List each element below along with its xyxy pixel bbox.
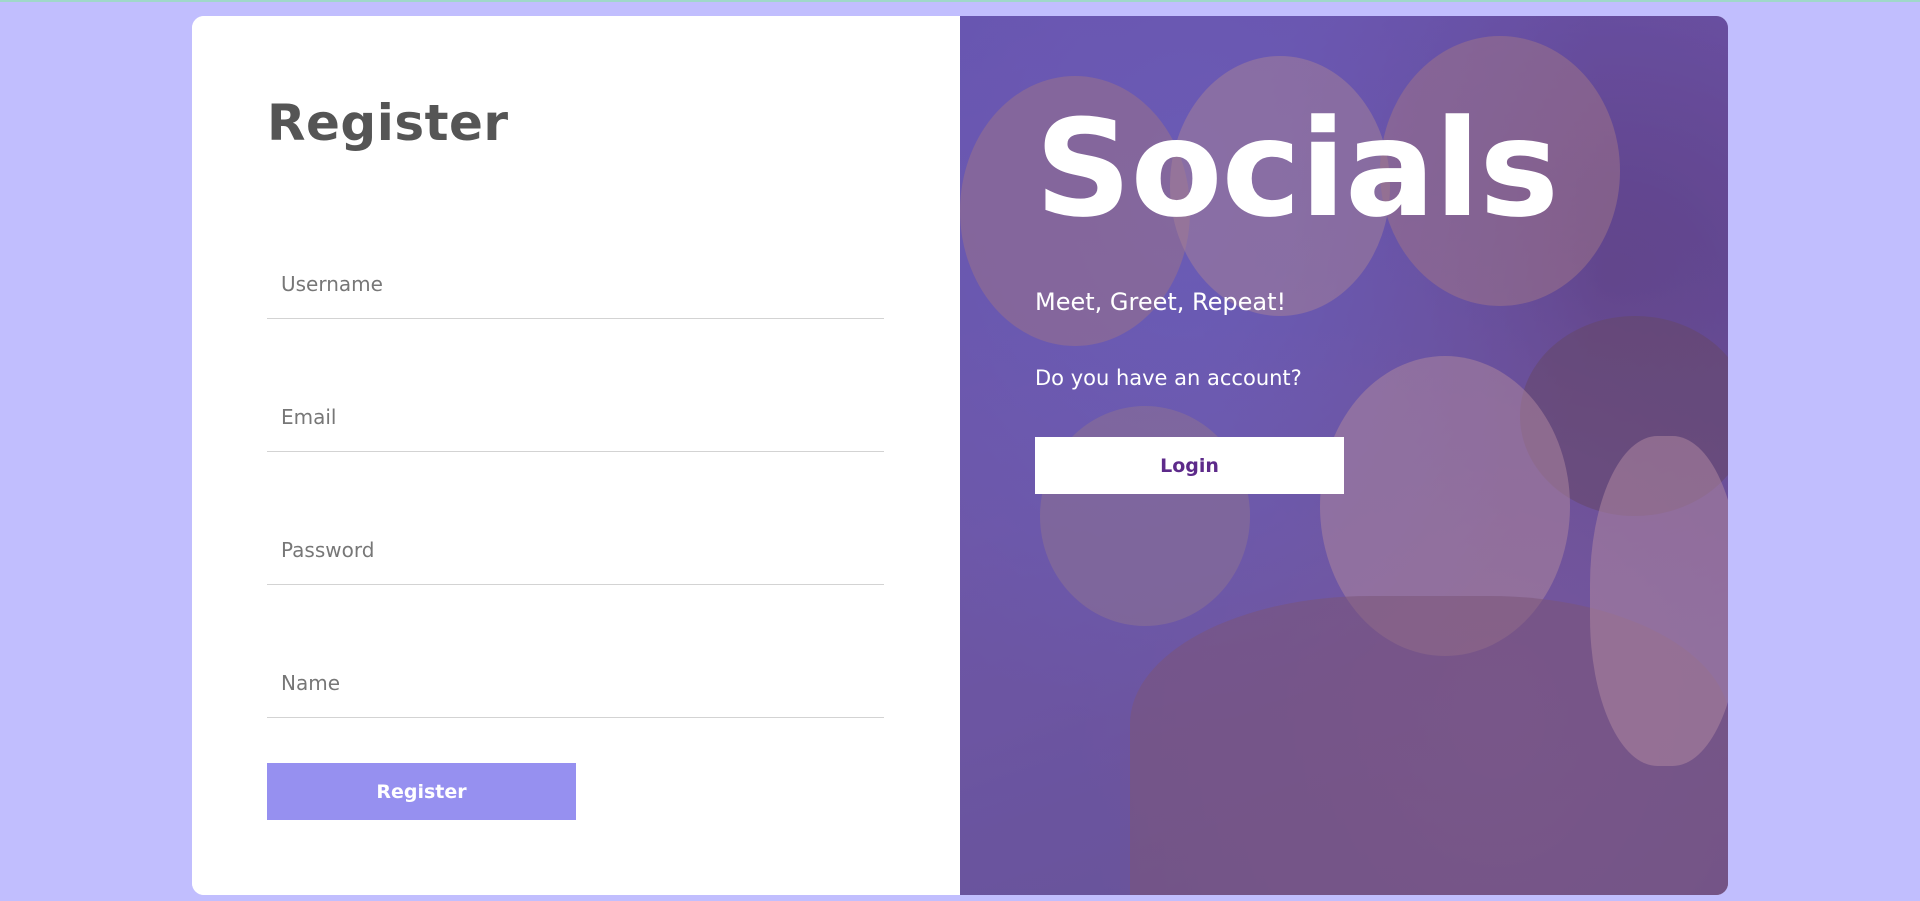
password-input[interactable] [267,515,884,585]
login-button[interactable]: Login [1035,437,1344,494]
email-input[interactable] [267,382,884,452]
tagline: Meet, Greet, Repeat! [1035,288,1287,316]
register-panel: Register Register [192,16,960,895]
register-title: Register [267,94,509,152]
account-question: Do you have an account? [1035,366,1302,390]
hero-panel: Socials Meet, Greet, Repeat! Do you have… [960,16,1728,895]
auth-card: Register Register Socials Meet, Greet, R… [192,16,1728,895]
username-input[interactable] [267,249,884,319]
brand-title: Socials [1035,91,1559,247]
register-button[interactable]: Register [267,763,576,820]
name-input[interactable] [267,648,884,718]
top-accent-line [0,0,1920,2]
